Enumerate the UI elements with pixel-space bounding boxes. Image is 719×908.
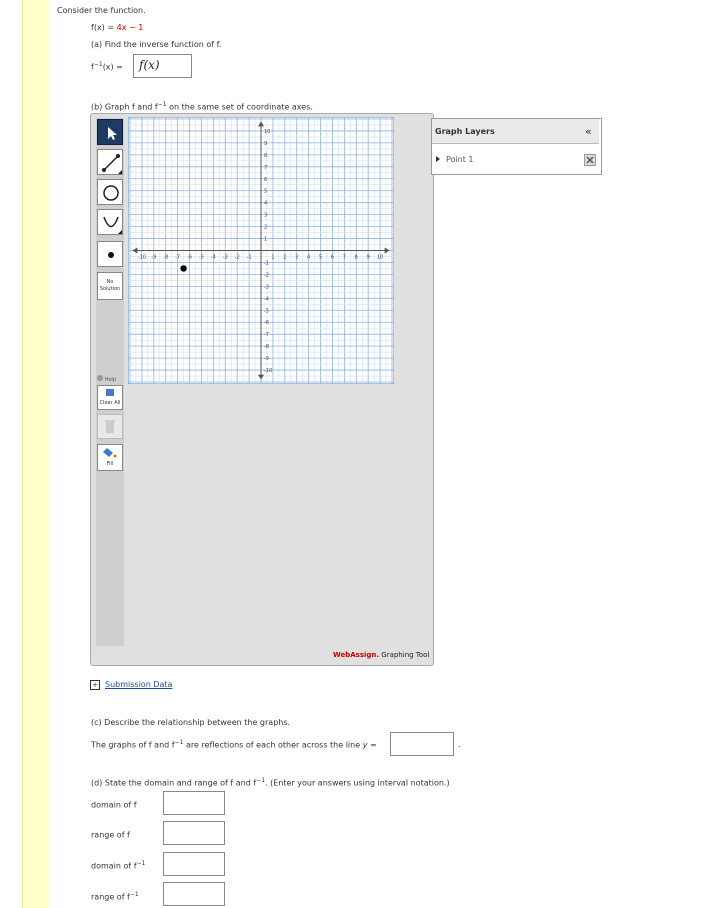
range-f-inverse-input[interactable] <box>163 882 225 906</box>
part-b-prompt: (b) Graph f and f−1 on the same set of c… <box>91 101 313 112</box>
x-tick-label: 5 <box>319 255 322 261</box>
part-c-sentence: The graphs of f and f−1 are reflections … <box>91 739 377 750</box>
y-tick-label: -10 <box>264 368 272 374</box>
y-tick-label: -3 <box>264 284 269 290</box>
no-solution-button[interactable]: No Solution <box>97 272 123 300</box>
part-c-prompt: (c) Describe the relationship between th… <box>91 718 291 727</box>
y-tick-label: 2 <box>264 225 267 231</box>
delete-layer-button[interactable] <box>584 154 596 166</box>
y-tick-label: 9 <box>264 141 267 147</box>
submission-data-link: Submission Data <box>105 680 173 689</box>
clear-all-button[interactable]: Clear All <box>97 385 123 410</box>
help-icon <box>97 375 103 381</box>
domain-f-inverse-label: domain of f−1 <box>91 860 146 871</box>
point-tool-button[interactable] <box>97 241 123 267</box>
margin-strip <box>22 0 49 908</box>
y-tick-label: 8 <box>264 153 267 159</box>
y-tick-label: 5 <box>264 189 267 195</box>
x-tick-label: 10 <box>377 255 383 261</box>
submission-data-toggle[interactable]: + Submission Data <box>90 680 172 690</box>
graphing-tool-brand: WebAssign. Graphing Tool <box>333 651 430 659</box>
y-tick-label: -4 <box>264 296 269 302</box>
part-a-prompt: (a) Find the inverse function of f. <box>91 40 222 49</box>
y-tick-label: 6 <box>264 177 267 183</box>
y-tick-label: 10 <box>264 129 270 135</box>
range-f-input[interactable] <box>163 821 225 845</box>
circle-tool-button[interactable] <box>97 179 123 205</box>
no-solution-label-1: No <box>106 279 114 285</box>
part-c-period: . <box>458 740 461 749</box>
x-tick-label: -8 <box>163 255 168 261</box>
line-tool-button[interactable] <box>97 149 123 175</box>
x-tick-label: 2 <box>283 255 286 261</box>
inverse-answer-field[interactable]: f(x) <box>133 54 192 78</box>
fill-button[interactable]: Fill <box>97 444 123 471</box>
x-tick-label: -3 <box>223 255 228 261</box>
x-tick-label: 9 <box>367 255 370 261</box>
x-tick-label: -7 <box>175 255 180 261</box>
y-tick-label: -6 <box>264 320 269 326</box>
x-tick-label: 1 <box>271 255 274 261</box>
x-tick-label: -9 <box>151 255 156 261</box>
help-link[interactable]: Help <box>97 375 116 383</box>
fill-icon <box>103 448 117 458</box>
y-tick-label: -7 <box>264 332 269 338</box>
y-tick-label: -9 <box>264 356 269 362</box>
inverse-answer-value: f(x) <box>139 58 160 72</box>
x-tick-label: -2 <box>235 255 240 261</box>
x-tick-label: 4 <box>307 255 310 261</box>
circle-icon <box>103 185 119 201</box>
close-icon <box>586 156 594 164</box>
x-tick-label: -4 <box>211 255 216 261</box>
cursor-icon <box>108 127 117 140</box>
collapse-panel-button[interactable]: « <box>585 125 592 138</box>
part-d-prompt: (d) State the domain and range of f and … <box>91 777 450 788</box>
plotted-point-1 <box>180 265 187 272</box>
x-tick-label: 6 <box>331 255 334 261</box>
domain-f-label: domain of f <box>91 800 137 810</box>
layer-item-point-1[interactable]: Point 1 <box>436 155 474 164</box>
y-tick-label: 4 <box>264 201 267 207</box>
range-f-inverse-label: range of f−1 <box>91 891 139 902</box>
y-tick-label: -5 <box>264 308 269 314</box>
y-tick-label: -8 <box>264 344 269 350</box>
x-tick-label: -6 <box>187 255 192 261</box>
y-tick-label: 1 <box>264 237 267 243</box>
expand-triangle-icon <box>436 156 440 162</box>
x-tick-label: -5 <box>199 255 204 261</box>
no-solution-label-2: Solution <box>99 286 121 292</box>
x-tick-label: 7 <box>343 255 346 261</box>
point-icon <box>108 252 114 258</box>
x-tick-label: 3 <box>295 255 298 261</box>
intro-text: Consider the function. <box>57 6 146 15</box>
domain-f-inverse-input[interactable] <box>163 852 225 876</box>
graph-layers-title: Graph Layers <box>435 127 495 136</box>
y-tick-label: -1 <box>264 260 269 266</box>
pointer-tool-button[interactable] <box>97 119 123 145</box>
coordinate-grid[interactable]: -10 -9 -8 -7 -6 -5 -4 -3 -2 -1 1 2 3 4 5 6 7 8 9 1010987654… <box>128 117 394 384</box>
clear-all-icon <box>106 389 114 396</box>
y-tick-label: 3 <box>264 213 267 219</box>
y-tick-label: 7 <box>264 165 267 171</box>
parabola-tool-button[interactable] <box>97 209 123 235</box>
x-tick-label: -1 <box>247 255 252 261</box>
line-icon <box>102 154 122 174</box>
domain-f-input[interactable] <box>163 791 225 815</box>
range-f-label: range of f <box>91 830 130 840</box>
delete-button[interactable] <box>97 414 123 439</box>
line-answer-field[interactable] <box>390 732 454 756</box>
x-tick-label: -10 <box>138 255 146 261</box>
parabola-icon <box>103 216 122 234</box>
trash-icon <box>105 420 115 433</box>
inverse-label: f−1(x) = <box>91 61 123 72</box>
plus-box-icon: + <box>90 680 100 690</box>
function-definition: f(x) = 4x − 1 <box>91 23 144 32</box>
y-tick-label: -2 <box>264 272 269 278</box>
x-tick-label: 8 <box>355 255 358 261</box>
